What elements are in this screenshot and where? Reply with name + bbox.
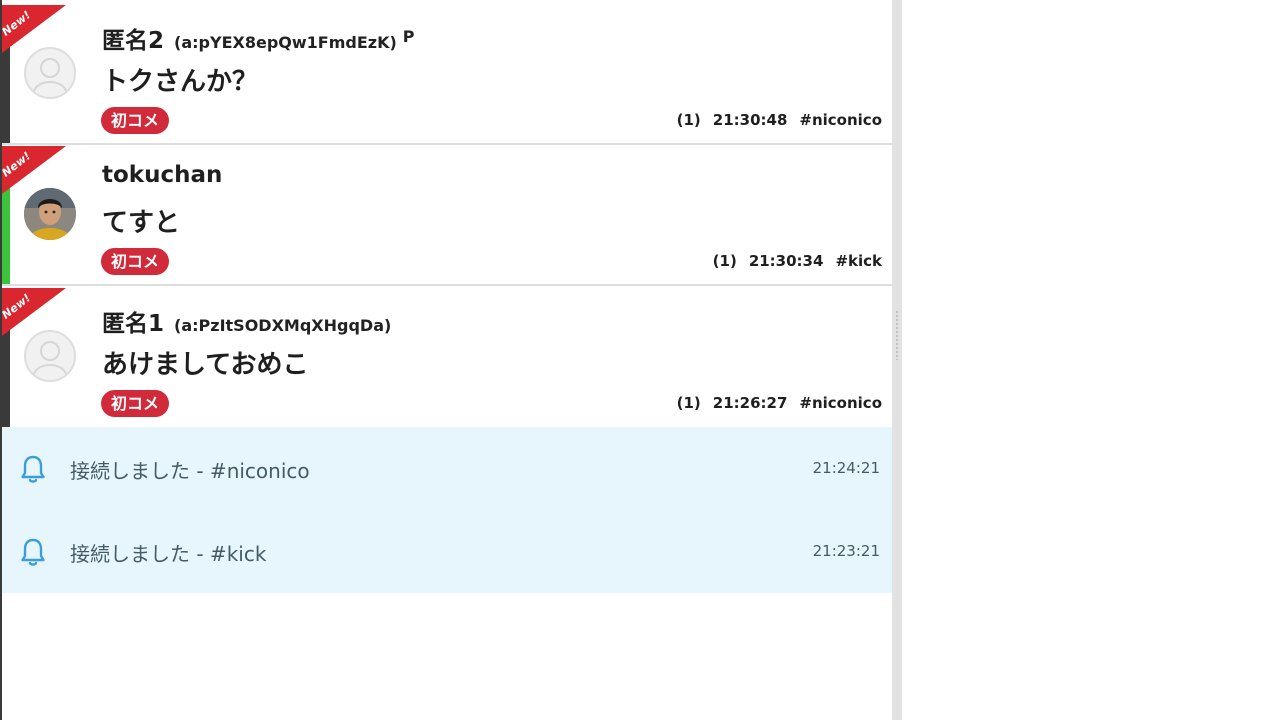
comment-user-id: (a:pYEX8epQw1FmdEzK) — [174, 33, 397, 52]
bell-icon — [21, 538, 45, 566]
notice-text: 接続しました - #kick — [70, 542, 267, 566]
premium-mark: P — [402, 27, 415, 46]
comment-channel: #niconico — [799, 111, 882, 129]
comment-item[interactable]: New! 匿名1 (a:PzItSODXMqXHgqDa) あけましておめこ 初コ… — [2, 288, 892, 428]
comment-count: (1) — [676, 394, 701, 412]
bell-icon — [21, 455, 45, 483]
notice-text: 接続しました - #niconico — [70, 459, 310, 483]
comment-item[interactable]: New! 匿名2 (a:pYEX8epQw1FmdEzK) P トクさんか？ 初コメ… — [2, 5, 892, 145]
comment-count: (1) — [712, 252, 737, 270]
comment-time: 21:30:34 — [748, 252, 824, 270]
system-notice: 接続しました - #niconico 21:24:21 — [2, 427, 892, 510]
comment-username: 匿名1 (a:PzItSODXMqXHgqDa) — [102, 304, 391, 338]
first-comment-badge: 初コメ — [101, 390, 170, 417]
comment-message: トクさんか？ — [102, 67, 259, 97]
system-notice: 接続しました - #kick 21:23:21 — [2, 510, 892, 593]
blank-avatar-icon — [24, 47, 76, 99]
blank-avatar-icon — [24, 330, 76, 382]
comment-message: あけましておめこ — [102, 350, 309, 380]
comment-count: (1) — [676, 111, 701, 129]
resize-grip-icon[interactable] — [895, 310, 899, 360]
notice-time: 21:23:21 — [812, 542, 880, 560]
comment-username: 匿名2 (a:pYEX8epQw1FmdEzK) P — [102, 21, 415, 55]
comment-channel: #kick — [835, 252, 882, 270]
comment-name: 匿名2 — [102, 28, 165, 54]
panel-resize-divider[interactable] — [892, 0, 902, 720]
comment-name: 匿名1 — [102, 311, 165, 337]
comment-time: 21:30:48 — [712, 111, 788, 129]
comment-user-id: (a:PzItSODXMqXHgqDa) — [174, 316, 392, 335]
comment-time: 21:26:27 — [712, 394, 788, 412]
first-comment-badge: 初コメ — [101, 248, 170, 275]
notice-time: 21:24:21 — [812, 459, 880, 477]
comment-meta: (1) 21:30:48 #niconico — [665, 111, 882, 129]
comment-message: てすと — [102, 208, 181, 238]
comment-channel: #niconico — [799, 394, 882, 412]
empty-right-pane — [902, 0, 1280, 720]
comment-name: tokuchan — [102, 162, 223, 188]
comment-item[interactable]: New! tokuchan てすと 初コメ (1) 21:30:34 #kick — [2, 146, 892, 286]
comment-list-panel: New! 匿名2 (a:pYEX8epQw1FmdEzK) P トクさんか？ 初コメ… — [0, 0, 892, 720]
comment-meta: (1) 21:26:27 #niconico — [665, 394, 882, 412]
first-comment-badge: 初コメ — [101, 107, 170, 134]
comment-username: tokuchan — [102, 162, 222, 188]
comment-meta: (1) 21:30:34 #kick — [701, 252, 882, 270]
user-photo-avatar — [24, 188, 76, 240]
